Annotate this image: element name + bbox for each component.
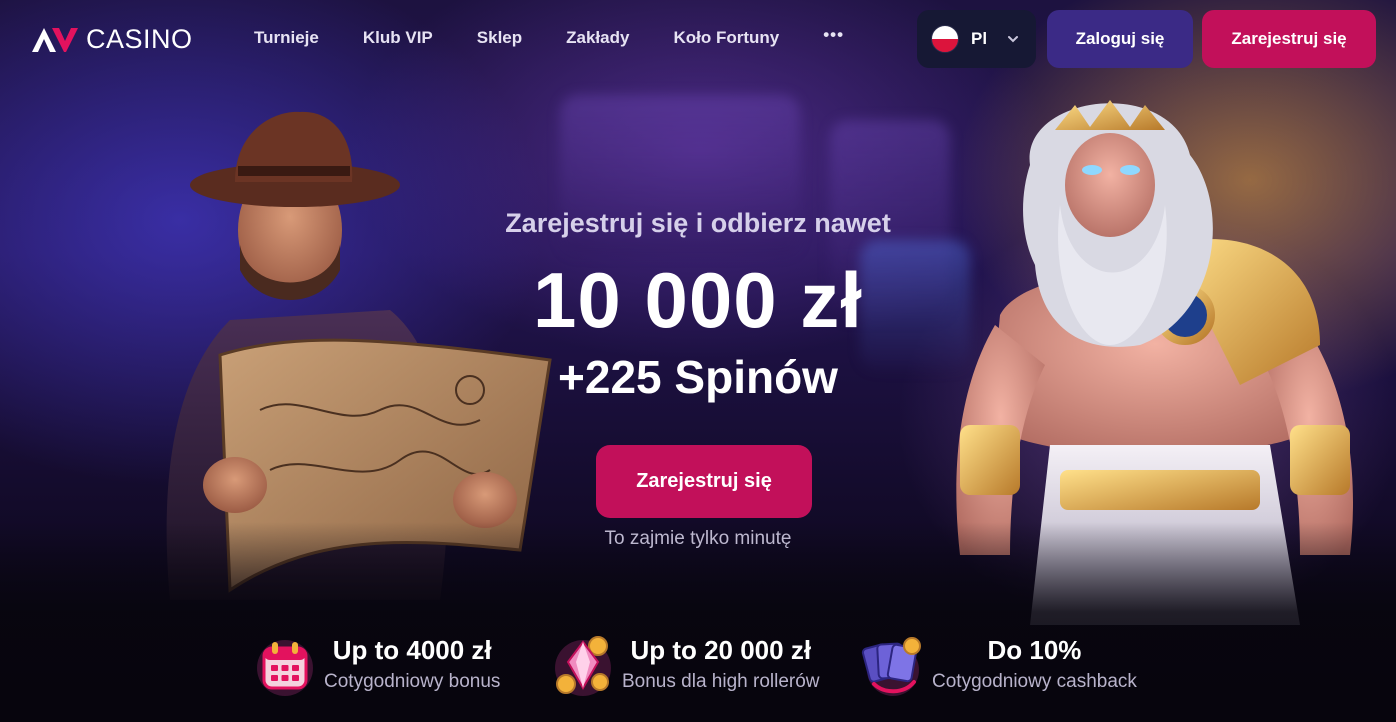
benefit-title: Up to 4000 zł (332, 635, 492, 665)
nav-item-zaklady[interactable]: Zakłady (566, 28, 629, 48)
nav-item-kolo-fortuny[interactable]: Koło Fortuny (673, 28, 779, 48)
main-nav: Turnieje Klub VIP Sklep Zakłady Koło For… (254, 26, 888, 48)
poland-flag-icon (931, 25, 959, 53)
cards-cashback-icon (861, 637, 921, 696)
login-button[interactable]: Zaloguj się (1047, 10, 1193, 68)
language-label: Pl (971, 29, 988, 48)
crystal-coins-icon (555, 636, 611, 696)
hero-register-button[interactable]: Zarejestruj się (596, 445, 812, 518)
nav-item-turnieje[interactable]: Turnieje (254, 28, 319, 48)
hero-spins: +225 Spinów (558, 351, 838, 403)
benefit-cashback: Do 10% Cotygodniowy cashback (860, 630, 1137, 700)
nav-item-sklep[interactable]: Sklep (477, 28, 522, 48)
benefit-title: Do 10% (987, 635, 1082, 665)
nav-item-klub-vip[interactable]: Klub VIP (363, 28, 433, 48)
more-menu-icon[interactable]: ••• (823, 26, 844, 43)
benefit-description: Cotygodniowy cashback (932, 671, 1137, 692)
register-button[interactable]: Zarejestruj się (1202, 10, 1376, 68)
benefit-description: Cotygodniowy bonus (324, 671, 501, 692)
av-logo-icon (32, 27, 78, 52)
casino-logo[interactable]: CASINO (30, 24, 193, 55)
hero-subtitle: Zarejestruj się i odbierz nawet (505, 208, 891, 238)
benefit-description: Bonus dla high rollerów (622, 671, 820, 692)
top-header: CASINO Turnieje Klub VIP Sklep Zakłady K… (0, 0, 1396, 78)
chevron-down-icon (1008, 36, 1019, 43)
benefit-title: Up to 20 000 zł (630, 635, 812, 665)
calendar-icon (257, 640, 313, 696)
language-selector[interactable]: Pl (917, 10, 1036, 68)
benefit-high-roller-bonus: Up to 20 000 zł Bonus dla high rollerów (550, 630, 820, 700)
hero-note: To zajmie tylko minutę (604, 528, 792, 549)
benefit-weekly-bonus: Up to 4000 zł Cotygodniowy bonus (252, 630, 500, 700)
logo-text: CASINO (86, 24, 193, 54)
hero-bonus-amount: 10 000 zł (533, 256, 863, 344)
